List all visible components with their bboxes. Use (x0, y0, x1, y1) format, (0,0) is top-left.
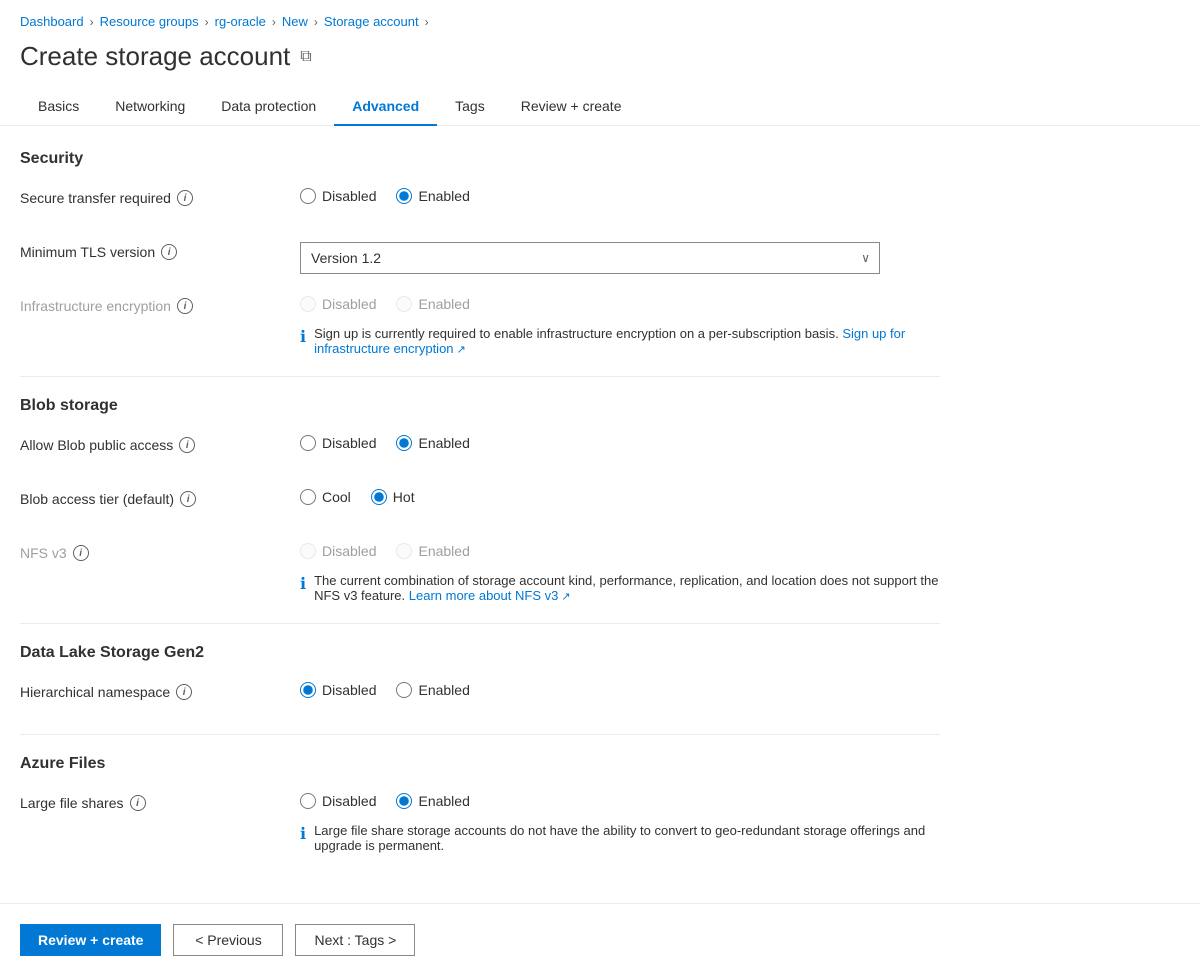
content-area: Security Secure transfer required i Disa… (0, 126, 960, 895)
label-secure-transfer: Secure transfer required i (20, 184, 300, 206)
breadcrumb-new[interactable]: New (282, 14, 308, 29)
footer-bar: Review + create < Previous Next : Tags > (0, 903, 1200, 976)
page-title-row: Create storage account ⧉ (0, 37, 1200, 88)
control-nfs-v3: Disabled Enabled ℹ The current combinati… (300, 539, 940, 603)
tls-select-wrapper: Version 1.2 Version 1.1 Version 1.0 ∨ (300, 242, 880, 274)
section-security: Security Secure transfer required i Disa… (20, 150, 940, 356)
breadcrumb-rg-oracle[interactable]: rg-oracle (215, 14, 266, 29)
info-circle-nfs-icon: ℹ (300, 574, 306, 594)
control-blob-access-tier: Cool Hot (300, 485, 415, 505)
radio-large-file-disabled[interactable]: Disabled (300, 793, 376, 809)
row-nfs-v3: NFS v3 i Disabled Enabled (20, 539, 940, 603)
row-infra-encryption: Infrastructure encryption i Disabled Ena… (20, 292, 940, 356)
label-blob-access-tier: Blob access tier (default) i (20, 485, 300, 507)
label-hierarchical-namespace: Hierarchical namespace i (20, 678, 300, 700)
tabs-nav: Basics Networking Data protection Advanc… (0, 88, 1200, 126)
info-circle-icon: ℹ (300, 327, 306, 347)
breadcrumb-resource-groups[interactable]: Resource groups (100, 14, 199, 29)
label-blob-public-access: Allow Blob public access i (20, 431, 300, 453)
radio-secure-transfer-disabled[interactable]: Disabled (300, 188, 376, 204)
radio-secure-transfer-enabled[interactable]: Enabled (396, 188, 469, 204)
section-blob-storage: Blob storage Allow Blob public access i … (20, 397, 940, 603)
tab-basics[interactable]: Basics (20, 88, 97, 126)
divider-security-blob (20, 376, 940, 377)
row-secure-transfer: Secure transfer required i Disabled Enab… (20, 184, 940, 220)
row-large-file-shares: Large file shares i Disabled Enabled (20, 789, 940, 853)
divider-datalake-azurefiles (20, 734, 940, 735)
copy-icon[interactable]: ⧉ (300, 48, 311, 66)
next-button[interactable]: Next : Tags > (295, 924, 415, 956)
nfs-v3-link[interactable]: Learn more about NFS v3 (409, 588, 571, 603)
info-icon-nfs-v3[interactable]: i (73, 545, 89, 561)
info-icon-blob-access-tier[interactable]: i (180, 491, 196, 507)
tab-data-protection[interactable]: Data protection (203, 88, 334, 126)
info-icon-hierarchical-namespace[interactable]: i (176, 684, 192, 700)
tab-networking[interactable]: Networking (97, 88, 203, 126)
control-infra-encryption: Disabled Enabled ℹ Sign up is currently … (300, 292, 940, 356)
page-title: Create storage account (20, 41, 290, 72)
review-create-button[interactable]: Review + create (20, 924, 161, 956)
row-blob-public-access: Allow Blob public access i Disabled Enab… (20, 431, 940, 467)
info-icon-secure-transfer[interactable]: i (177, 190, 193, 206)
radio-blob-public-disabled[interactable]: Disabled (300, 435, 376, 451)
radio-large-file-enabled[interactable]: Enabled (396, 793, 469, 809)
row-hierarchical-namespace: Hierarchical namespace i Disabled Enable… (20, 678, 940, 714)
radio-blob-public-enabled[interactable]: Enabled (396, 435, 469, 451)
radio-blob-tier-cool[interactable]: Cool (300, 489, 351, 505)
radio-blob-tier-hot[interactable]: Hot (371, 489, 415, 505)
data-lake-title: Data Lake Storage Gen2 (20, 644, 940, 662)
blob-storage-title: Blob storage (20, 397, 940, 415)
previous-button[interactable]: < Previous (173, 924, 283, 956)
control-blob-public-access: Disabled Enabled (300, 431, 470, 451)
large-file-shares-info: ℹ Large file share storage accounts do n… (300, 823, 940, 853)
radio-namespace-enabled[interactable]: Enabled (396, 682, 469, 698)
divider-blob-datalake (20, 623, 940, 624)
label-nfs-v3: NFS v3 i (20, 539, 300, 561)
min-tls-select[interactable]: Version 1.2 Version 1.1 Version 1.0 (300, 242, 880, 274)
control-secure-transfer: Disabled Enabled (300, 184, 470, 204)
control-hierarchical-namespace: Disabled Enabled (300, 678, 470, 698)
infra-encryption-info: ℹ Sign up is currently required to enabl… (300, 326, 940, 356)
row-blob-access-tier: Blob access tier (default) i Cool Hot (20, 485, 940, 521)
control-large-file-shares: Disabled Enabled ℹ Large file share stor… (300, 789, 940, 853)
info-icon-min-tls[interactable]: i (161, 244, 177, 260)
radio-nfs-enabled[interactable]: Enabled (396, 543, 469, 559)
info-circle-largefile-icon: ℹ (300, 824, 306, 844)
security-title: Security (20, 150, 940, 168)
breadcrumb-storage-account[interactable]: Storage account (324, 14, 419, 29)
control-min-tls: Version 1.2 Version 1.1 Version 1.0 ∨ (300, 238, 880, 274)
label-min-tls: Minimum TLS version i (20, 238, 300, 260)
radio-namespace-disabled[interactable]: Disabled (300, 682, 376, 698)
breadcrumb: Dashboard › Resource groups › rg-oracle … (0, 0, 1200, 37)
tab-tags[interactable]: Tags (437, 88, 503, 126)
radio-infra-enabled[interactable]: Enabled (396, 296, 469, 312)
tab-review-create[interactable]: Review + create (503, 88, 640, 126)
breadcrumb-dashboard[interactable]: Dashboard (20, 14, 84, 29)
row-min-tls: Minimum TLS version i Version 1.2 Versio… (20, 238, 940, 274)
radio-infra-disabled[interactable]: Disabled (300, 296, 376, 312)
section-azure-files: Azure Files Large file shares i Disabled (20, 755, 940, 853)
section-data-lake: Data Lake Storage Gen2 Hierarchical name… (20, 644, 940, 714)
nfs-v3-info: ℹ The current combination of storage acc… (300, 573, 940, 603)
label-large-file-shares: Large file shares i (20, 789, 300, 811)
azure-files-title: Azure Files (20, 755, 940, 773)
info-icon-blob-public-access[interactable]: i (179, 437, 195, 453)
tab-advanced[interactable]: Advanced (334, 88, 437, 126)
info-icon-infra-encryption[interactable]: i (177, 298, 193, 314)
label-infra-encryption: Infrastructure encryption i (20, 292, 300, 314)
info-icon-large-file-shares[interactable]: i (130, 795, 146, 811)
radio-nfs-disabled[interactable]: Disabled (300, 543, 376, 559)
